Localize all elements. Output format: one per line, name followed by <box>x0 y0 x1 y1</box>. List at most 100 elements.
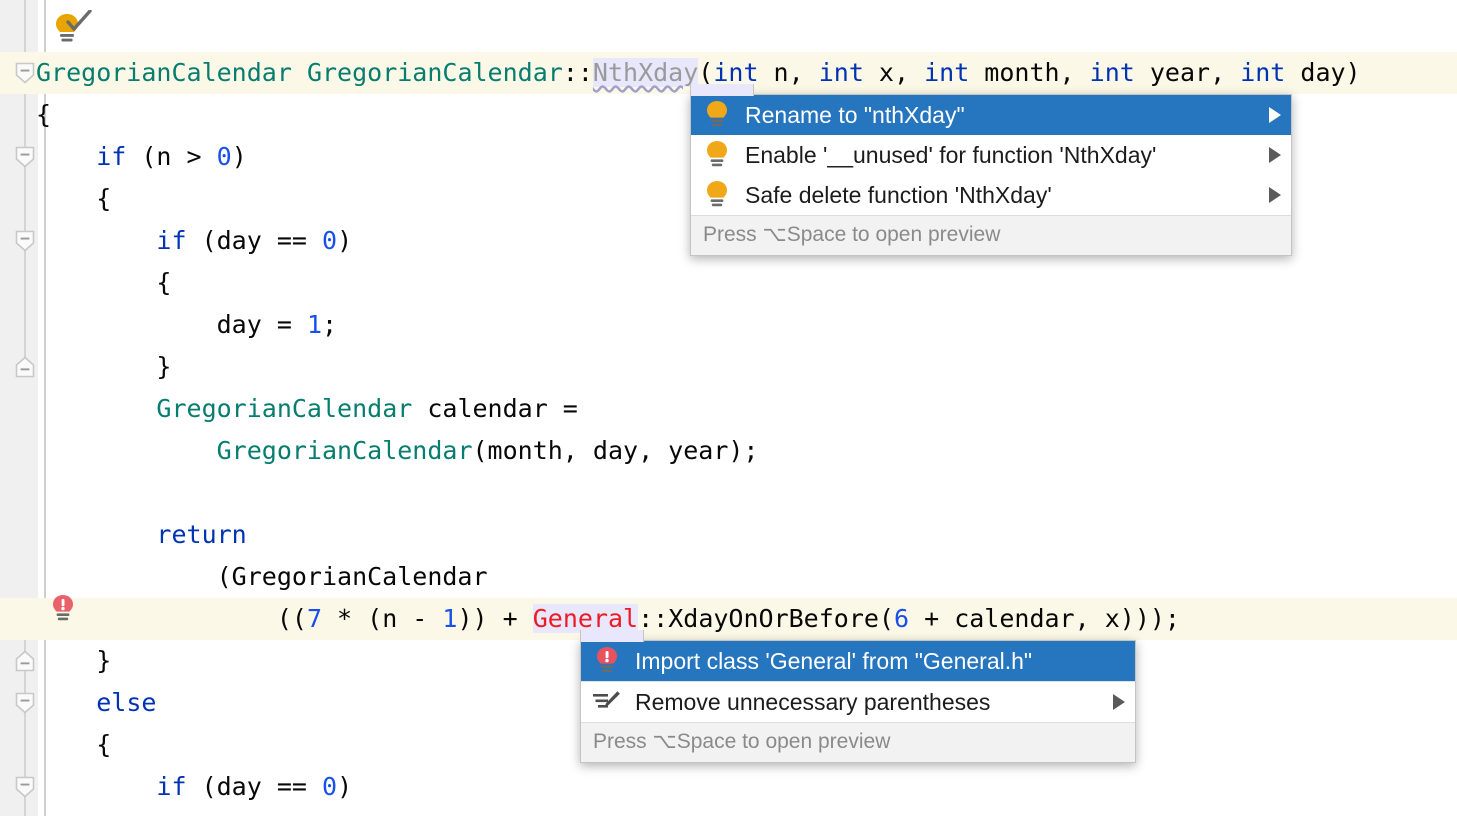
code-token: ) <box>337 772 353 801</box>
code-token: if <box>96 142 127 171</box>
code-line[interactable]: day = 1; <box>0 304 1457 346</box>
code-token: x, <box>863 58 925 87</box>
code-token: } <box>36 646 112 675</box>
code-token: { <box>36 268 172 297</box>
menu-item[interactable]: Safe delete function 'NthXday' <box>691 175 1291 215</box>
lightbulb-icon <box>703 141 731 169</box>
code-token: * (n - <box>322 604 443 633</box>
popup-anchor-tab <box>580 630 644 642</box>
code-line[interactable]: ((7 * (n - 1)) + General::XdayOnOrBefore… <box>0 598 1457 640</box>
fold-toggle-icon[interactable] <box>15 692 35 714</box>
menu-item-label: Safe delete function 'NthXday' <box>745 181 1052 208</box>
code-line-text: { <box>36 730 111 759</box>
code-line-text: return <box>36 520 247 549</box>
code-line-text: if (n > 0) <box>36 142 247 171</box>
code-token: :: <box>562 58 593 87</box>
code-token: if <box>156 772 187 801</box>
code-editor[interactable]: GregorianCalendar GregorianCalendar::Nth… <box>0 0 1457 816</box>
lightbulb-icon <box>703 181 731 209</box>
code-line-text: (GregorianCalendar <box>36 562 488 591</box>
fold-toggle-icon[interactable] <box>15 62 35 84</box>
fold-toggle-icon[interactable] <box>15 776 35 798</box>
menu-item[interactable]: Enable '__unused' for function 'NthXday' <box>691 135 1291 175</box>
lightbulb-icon <box>703 101 731 129</box>
menu-item[interactable]: Import class 'General' from "General.h" <box>581 641 1135 681</box>
intention-popup-footer: Press ⌥Space to open preview <box>691 215 1291 255</box>
code-token: { <box>36 730 112 759</box>
submenu-arrow-icon[interactable] <box>1269 107 1281 123</box>
menu-item-label: Import class 'General' from "General.h" <box>635 647 1033 674</box>
menu-item[interactable]: Remove unnecessary parentheses <box>581 682 1135 722</box>
code-token: int <box>1089 58 1135 87</box>
code-line-text: if (day == 0) <box>36 226 352 255</box>
code-token: 0 <box>216 142 232 171</box>
submenu-arrow-icon[interactable] <box>1269 147 1281 163</box>
fold-toggle-icon[interactable] <box>15 230 35 252</box>
code-line[interactable]: return <box>0 514 1457 556</box>
fold-toggle-icon[interactable] <box>15 356 35 378</box>
code-line-text: GregorianCalendar(month, day, year); <box>36 436 759 465</box>
code-token: )) + <box>457 604 533 633</box>
code-token: { <box>36 100 52 129</box>
quick-fix-popup-footer: Press ⌥Space to open preview <box>581 722 1135 762</box>
fold-toggle-icon[interactable] <box>15 146 35 168</box>
code-token: day) <box>1285 58 1361 87</box>
code-line-text: { <box>36 100 51 129</box>
code-token: n, <box>758 58 819 87</box>
code-token: (month, day, year); <box>472 436 759 465</box>
quick-fix-popup[interactable]: Import class 'General' from "General.h" R… <box>580 630 1136 763</box>
code-line-text: GregorianCalendar calendar = <box>36 394 578 423</box>
code-line[interactable]: (GregorianCalendar <box>0 556 1457 598</box>
code-token: { <box>36 184 112 213</box>
code-line[interactable]: } <box>0 346 1457 388</box>
code-line-text: if (day == 0) <box>36 772 352 801</box>
submenu-arrow-icon[interactable] <box>1113 694 1125 710</box>
submenu-arrow-icon[interactable] <box>1269 187 1281 203</box>
code-line-text: } <box>36 646 111 675</box>
code-token: else <box>96 688 157 717</box>
intention-actions-popup[interactable]: Rename to "nthXday" Enable '__unused' for… <box>690 84 1292 256</box>
code-token: GregorianCalendar <box>156 394 413 423</box>
code-token: (n > <box>126 142 217 171</box>
code-line[interactable]: { <box>0 262 1457 304</box>
code-line-text: else <box>36 688 156 717</box>
code-token: 1 <box>442 604 458 633</box>
error-bulb-gutter[interactable] <box>50 594 78 626</box>
code-line-text: GregorianCalendar GregorianCalendar::Nth… <box>36 58 1361 87</box>
code-token: if <box>156 226 187 255</box>
code-token: ( <box>698 58 714 87</box>
code-token: (GregorianCalendar <box>36 562 488 591</box>
code-token: GregorianCalendar <box>306 58 563 87</box>
code-token: month, <box>969 58 1090 87</box>
code-line[interactable]: GregorianCalendar(month, day, year); <box>0 430 1457 472</box>
code-token: int <box>924 58 970 87</box>
intention-bulb-top[interactable] <box>50 9 96 50</box>
code-line[interactable]: if (day == 0) <box>0 766 1457 808</box>
code-token: (day == <box>186 226 322 255</box>
code-line-text: } <box>36 352 171 381</box>
code-token: int <box>713 58 759 87</box>
code-token: int <box>1240 58 1286 87</box>
fold-toggle-icon[interactable] <box>15 650 35 672</box>
code-line-text: { <box>36 268 171 297</box>
code-token: GregorianCalendar <box>216 436 473 465</box>
code-token: GregorianCalendar <box>36 58 292 87</box>
edit-pencil-icon <box>593 688 621 716</box>
menu-item[interactable]: Rename to "nthXday" <box>691 95 1291 135</box>
quick-fix-list[interactable]: Import class 'General' from "General.h" R… <box>581 641 1135 722</box>
code-token: 1 <box>306 310 322 339</box>
code-token: 7 <box>306 604 322 633</box>
code-token: NthXday <box>592 58 699 87</box>
code-token: return <box>156 520 247 549</box>
intention-actions-list[interactable]: Rename to "nthXday" Enable '__unused' for… <box>691 95 1291 215</box>
menu-item-label: Remove unnecessary parentheses <box>635 688 991 715</box>
menu-item-label: Enable '__unused' for function 'NthXday' <box>745 141 1157 168</box>
code-line[interactable]: GregorianCalendar calendar = <box>0 388 1457 430</box>
code-token: ) <box>337 226 353 255</box>
code-token: calendar = <box>412 394 578 423</box>
code-line[interactable] <box>0 472 1457 514</box>
code-token: day = <box>36 310 307 339</box>
